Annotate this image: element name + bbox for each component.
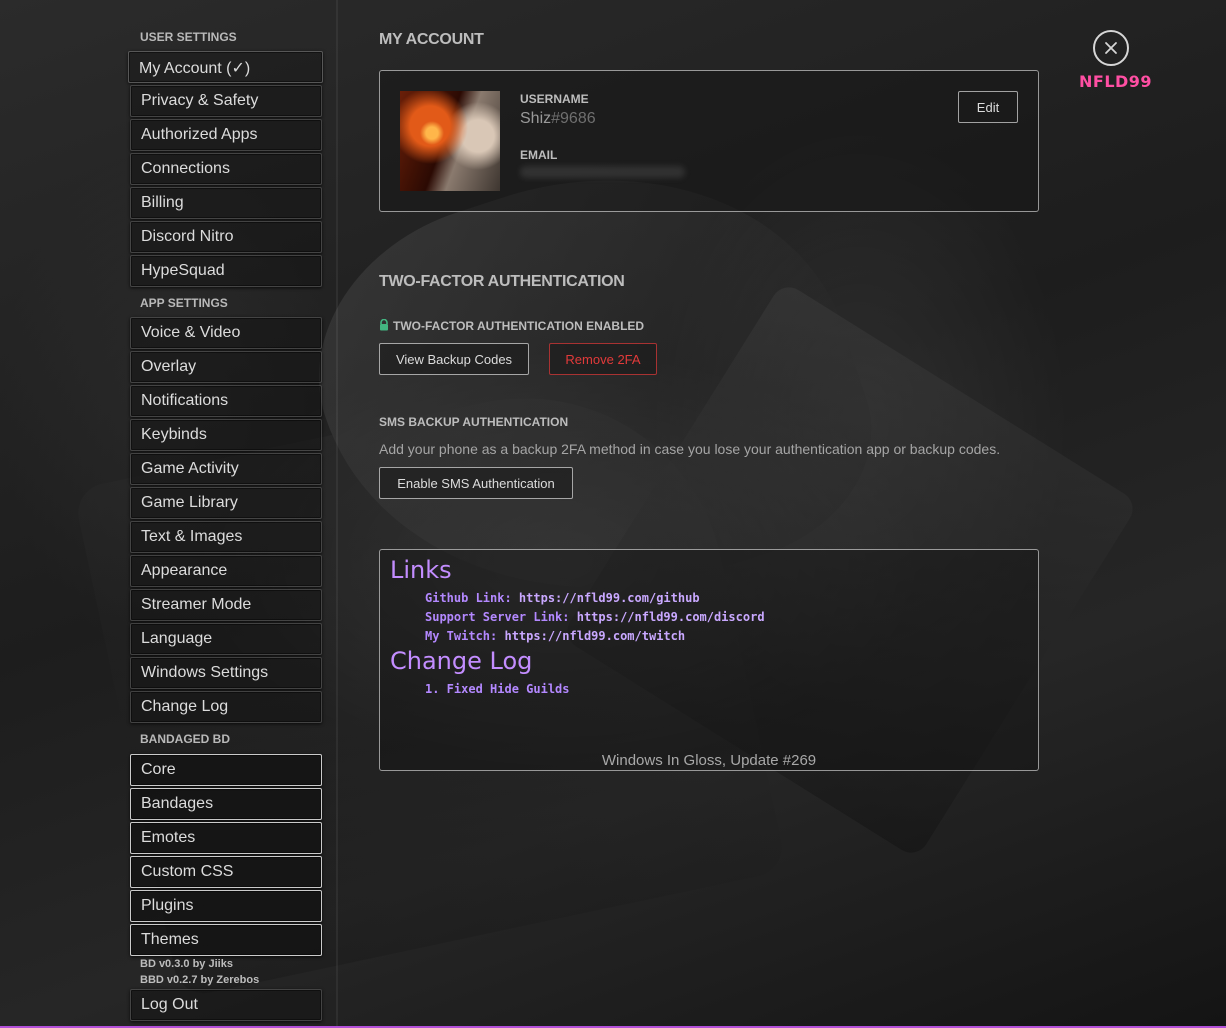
sidebar-item-change-log[interactable]: Change Log (130, 691, 322, 723)
link-url[interactable]: https://nfld99.com/discord (577, 610, 765, 624)
sidebar-item-my-account[interactable]: My Account (✓) (128, 51, 323, 83)
sidebar-item-language[interactable]: Language (130, 623, 322, 655)
bandaged-bd-heading: BANDAGED BD (140, 732, 230, 746)
avatar[interactable] (400, 91, 500, 191)
bd-version-label: BD v0.3.0 by Jiiks (140, 958, 233, 970)
sidebar-item-notifications[interactable]: Notifications (130, 385, 322, 417)
sidebar-item-bandages[interactable]: Bandages (130, 788, 322, 820)
sms-backup-description: Add your phone as a backup 2FA method in… (379, 441, 1001, 457)
sidebar-item-core[interactable]: Core (130, 754, 322, 786)
sidebar-item-privacy-safety[interactable]: Privacy & Safety (130, 85, 322, 117)
sidebar-item-plugins[interactable]: Plugins (130, 890, 322, 922)
sidebar-item-custom-css[interactable]: Custom CSS (130, 856, 322, 888)
edit-account-button[interactable]: Edit (958, 91, 1018, 123)
sidebar-item-discord-nitro[interactable]: Discord Nitro (130, 221, 322, 253)
sidebar-item-game-activity[interactable]: Game Activity (130, 453, 322, 485)
sidebar-item-voice-video[interactable]: Voice & Video (130, 317, 322, 349)
two-factor-status: TWO-FACTOR AUTHENTICATION ENABLED (379, 319, 644, 333)
links-heading: Links (390, 556, 452, 584)
two-factor-title: TWO-FACTOR AUTHENTICATION (379, 273, 625, 290)
username-label: USERNAME (520, 92, 589, 106)
sidebar-item-billing[interactable]: Billing (130, 187, 322, 219)
remove-2fa-button[interactable]: Remove 2FA (549, 343, 657, 375)
sidebar-item-overlay[interactable]: Overlay (130, 351, 322, 383)
logout-button[interactable]: Log Out (130, 989, 322, 1021)
sidebar-item-hypesquad[interactable]: HypeSquad (130, 255, 322, 287)
email-value-hidden (520, 166, 685, 178)
view-backup-codes-button[interactable]: View Backup Codes (379, 343, 529, 375)
brand-label: NFLD99 (1079, 72, 1153, 91)
close-button[interactable] (1093, 30, 1129, 66)
username-value: Shiz#9686 (520, 110, 596, 128)
sidebar-item-themes[interactable]: Themes (130, 924, 322, 956)
account-card: USERNAME Shiz#9686 EMAIL Edit (379, 70, 1039, 212)
sidebar-item-appearance[interactable]: Appearance (130, 555, 322, 587)
username-text: Shiz (520, 110, 552, 127)
sidebar-item-emotes[interactable]: Emotes (130, 822, 322, 854)
enable-sms-button[interactable]: Enable SMS Authentication (379, 467, 573, 499)
theme-version-footer: Windows In Gloss, Update #269 (601, 752, 817, 769)
app-settings-heading: APP SETTINGS (140, 296, 228, 310)
lock-icon (380, 319, 388, 331)
bbd-version-label: BBD v0.2.7 by Zerebos (140, 974, 260, 986)
changelog-heading: Change Log (390, 647, 533, 675)
sms-backup-title: SMS BACKUP AUTHENTICATION (379, 415, 569, 429)
theme-info-box: Links Github Link: https://nfld99.com/gi… (379, 549, 1039, 771)
close-icon (1105, 42, 1117, 54)
email-label: EMAIL (520, 148, 558, 162)
page-title: MY ACCOUNT (379, 31, 484, 48)
sidebar-item-windows-settings[interactable]: Windows Settings (130, 657, 322, 689)
user-settings-heading: USER SETTINGS (140, 30, 237, 44)
twitch-link[interactable]: My Twitch: https://nfld99.com/twitch (425, 629, 685, 643)
two-factor-enabled-text: TWO-FACTOR AUTHENTICATION ENABLED (393, 319, 645, 333)
sidebar-item-keybinds[interactable]: Keybinds (130, 419, 322, 451)
link-prefix: Support Server Link: (425, 610, 577, 624)
support-server-link[interactable]: Support Server Link: https://nfld99.com/… (425, 610, 765, 624)
discriminator-text: #9686 (551, 110, 596, 127)
link-url[interactable]: https://nfld99.com/github (519, 591, 700, 605)
changelog-item: 1. Fixed Hide Guilds (425, 682, 570, 696)
sidebar-item-text-images[interactable]: Text & Images (130, 521, 322, 553)
link-url[interactable]: https://nfld99.com/twitch (504, 629, 685, 643)
sidebar-item-game-library[interactable]: Game Library (130, 487, 322, 519)
link-prefix: My Twitch: (425, 629, 505, 643)
sidebar-item-streamer-mode[interactable]: Streamer Mode (130, 589, 322, 621)
sidebar-item-connections[interactable]: Connections (130, 153, 322, 185)
sidebar-item-authorized-apps[interactable]: Authorized Apps (130, 119, 322, 151)
link-prefix: Github Link: (425, 591, 519, 605)
settings-sidebar: USER SETTINGS My Account (✓) Privacy & S… (0, 0, 338, 1028)
github-link[interactable]: Github Link: https://nfld99.com/github (425, 591, 700, 605)
